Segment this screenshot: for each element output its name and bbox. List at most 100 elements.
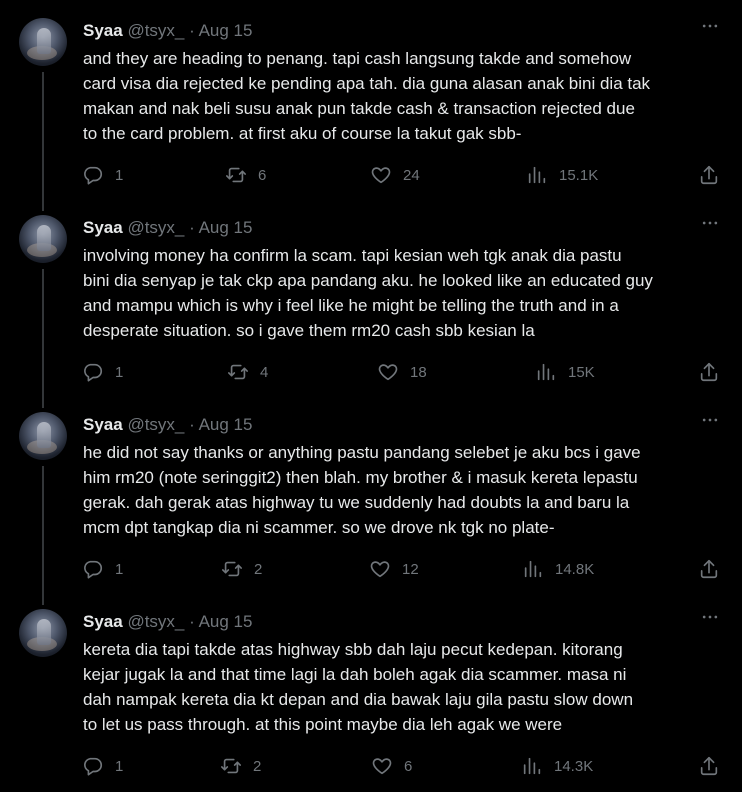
retweet-button[interactable]: 4 <box>227 359 268 385</box>
more-icon[interactable] <box>700 410 720 430</box>
tweet-text-line: bini dia senyap je tak ckp apa pandang a… <box>83 271 653 290</box>
tweet-date[interactable]: Aug 15 <box>199 612 253 631</box>
retweet-icon <box>228 364 248 380</box>
view-count: 15.1K <box>559 166 599 184</box>
display-name[interactable]: Syaa <box>83 21 123 40</box>
tweet-text: and they are heading to penang. tapi cas… <box>83 46 723 146</box>
display-name[interactable]: Syaa <box>83 612 123 631</box>
display-name[interactable]: Syaa <box>83 218 123 237</box>
tweet-text-line: dah nampak kereta dia kt depan and dia b… <box>83 690 634 709</box>
tweet[interactable]: Syaa @tsyx_ · Aug 15 and they are headin… <box>0 0 742 197</box>
like-count: 24 <box>403 166 420 184</box>
tweet-text-line: makan and nak beli susu anak pun takde c… <box>83 99 635 118</box>
like-button[interactable]: 24 <box>370 162 420 188</box>
user-handle[interactable]: @tsyx_ <box>127 218 184 237</box>
separator-dot: · <box>189 415 195 434</box>
views-button[interactable]: 14.8K <box>522 556 594 582</box>
tweet-date[interactable]: Aug 15 <box>199 218 253 237</box>
tweet-text-line: desperate situation. so i gave them rm20… <box>83 321 535 340</box>
tweet-text-line: to the card problem. at first aku of cou… <box>83 124 522 143</box>
reply-count: 1 <box>115 560 124 578</box>
share-icon <box>700 362 718 382</box>
retweet-button[interactable]: 2 <box>220 753 261 779</box>
avatar[interactable] <box>19 18 67 66</box>
tweet-actions: 1 4 18 15K <box>0 359 742 385</box>
views-icon <box>537 363 555 381</box>
tweet-text: he did not say thanks or anything pastu … <box>83 440 723 540</box>
tweet-header: Syaa @tsyx_ · Aug 15 <box>83 217 252 239</box>
tweet[interactable]: Syaa @tsyx_ · Aug 15 kereta dia tapi tak… <box>0 591 742 788</box>
tweet-text-line: and mampu which is why i feel like he mi… <box>83 296 619 315</box>
views-icon <box>523 757 541 775</box>
tweet-date[interactable]: Aug 15 <box>199 21 253 40</box>
views-button[interactable]: 15.1K <box>526 162 598 188</box>
tweet-text: kereta dia tapi takde atas highway sbb d… <box>83 637 723 737</box>
user-handle[interactable]: @tsyx_ <box>127 612 184 631</box>
more-icon[interactable] <box>700 213 720 233</box>
retweet-button[interactable]: 6 <box>225 162 266 188</box>
more-icon[interactable] <box>700 16 720 36</box>
tweet-actions: 1 2 6 14.3K <box>0 753 742 779</box>
tweet-header: Syaa @tsyx_ · Aug 15 <box>83 611 252 633</box>
display-name[interactable]: Syaa <box>83 415 123 434</box>
tweet[interactable]: Syaa @tsyx_ · Aug 15 he did not say than… <box>0 394 742 591</box>
like-count: 6 <box>404 757 413 775</box>
reply-count: 1 <box>115 166 124 184</box>
tweet-text-line: and they are heading to penang. tapi cas… <box>83 49 632 68</box>
tweet-text-line: kejar jugak la and that time lagi la dah… <box>83 665 627 684</box>
view-count: 14.3K <box>554 757 594 775</box>
views-icon <box>524 560 542 578</box>
retweet-count: 4 <box>260 363 269 381</box>
view-count: 15K <box>568 363 595 381</box>
retweet-count: 2 <box>254 560 263 578</box>
tweet-text-line: him rm20 (note seringgit2) then blah. my… <box>83 468 638 487</box>
reply-button[interactable]: 1 <box>82 753 123 779</box>
separator-dot: · <box>189 612 195 631</box>
retweet-button[interactable]: 2 <box>221 556 262 582</box>
thread-line <box>42 394 44 408</box>
separator-dot: · <box>189 218 195 237</box>
like-button[interactable]: 18 <box>377 359 427 385</box>
tweet[interactable]: Syaa @tsyx_ · Aug 15 involving money ha … <box>0 197 742 394</box>
like-button[interactable]: 6 <box>371 753 412 779</box>
reply-button[interactable]: 1 <box>82 556 123 582</box>
reply-icon <box>84 560 103 579</box>
reply-icon <box>84 757 103 776</box>
avatar[interactable] <box>19 412 67 460</box>
heart-icon <box>378 364 398 381</box>
like-count: 12 <box>402 560 419 578</box>
reply-button[interactable]: 1 <box>82 162 123 188</box>
share-button[interactable] <box>698 162 720 188</box>
share-icon <box>700 756 718 776</box>
share-button[interactable] <box>698 359 720 385</box>
reply-count: 1 <box>115 757 124 775</box>
share-button[interactable] <box>698 753 720 779</box>
share-button[interactable] <box>698 556 720 582</box>
tweet-actions: 1 6 24 15.1K <box>0 162 742 188</box>
share-icon <box>700 165 718 185</box>
avatar[interactable] <box>19 609 67 657</box>
tweet-text-line: to let us pass through. at this point ma… <box>83 715 563 734</box>
user-handle[interactable]: @tsyx_ <box>127 415 184 434</box>
tweet-text-line: gerak. dah gerak atas highway tu we sudd… <box>83 493 630 512</box>
views-button[interactable]: 15K <box>535 359 595 385</box>
tweet-actions: 1 2 12 14.8K <box>0 556 742 582</box>
thread-line <box>42 591 44 605</box>
retweet-icon <box>226 167 246 183</box>
retweet-count: 6 <box>258 166 267 184</box>
views-button[interactable]: 14.3K <box>521 753 593 779</box>
reply-button[interactable]: 1 <box>82 359 123 385</box>
avatar[interactable] <box>19 215 67 263</box>
reply-count: 1 <box>115 363 124 381</box>
tweet-date[interactable]: Aug 15 <box>199 415 253 434</box>
tweet-thread: Syaa @tsyx_ · Aug 15 and they are headin… <box>0 0 742 792</box>
user-handle[interactable]: @tsyx_ <box>127 21 184 40</box>
like-button[interactable]: 12 <box>369 556 419 582</box>
view-count: 14.8K <box>555 560 595 578</box>
reply-icon <box>84 166 103 185</box>
retweet-icon <box>221 758 241 774</box>
retweet-icon <box>222 561 242 577</box>
more-icon[interactable] <box>700 607 720 627</box>
retweet-count: 2 <box>253 757 262 775</box>
heart-icon <box>371 167 391 184</box>
